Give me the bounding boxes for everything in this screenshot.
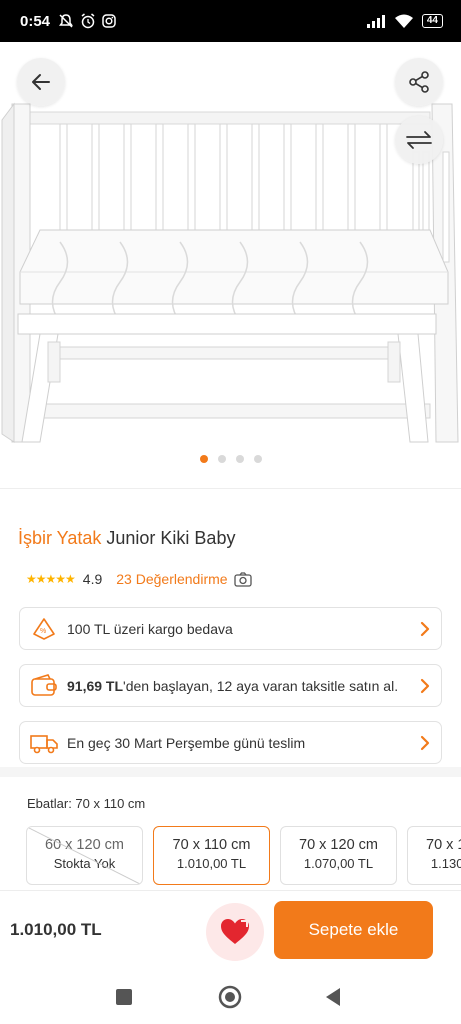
- compare-button[interactable]: [395, 116, 443, 164]
- size-label: Ebatlar: 70 x 110 cm: [27, 796, 146, 811]
- rating-row: ★★★★★ 4.9 23 Değerlendirme: [26, 571, 252, 587]
- system-nav-bar: [0, 972, 461, 1024]
- rating-value: 4.9: [82, 571, 103, 587]
- shipping-text: 100 TL üzeri kargo bedava: [67, 620, 233, 637]
- add-to-cart-button[interactable]: Sepete ekle: [274, 901, 433, 959]
- product-image: [1, 102, 459, 443]
- size-option-size: 70 x 140 cm: [426, 837, 461, 853]
- product-image-gallery[interactable]: [0, 42, 461, 477]
- installment-price: 91,69 TL: [67, 677, 124, 694]
- wallet-icon: [30, 672, 58, 700]
- gallery-dot[interactable]: [199, 455, 208, 463]
- chevron-right-icon: [420, 735, 430, 751]
- divider: [0, 488, 461, 489]
- home-circle-icon[interactable]: [218, 985, 242, 1009]
- size-option[interactable]: 70 x 110 cm 1.010,00 TL: [153, 826, 270, 885]
- status-time: 0:54: [20, 12, 51, 30]
- compare-arrows-icon: [406, 131, 432, 149]
- section-divider: [0, 767, 461, 777]
- free-shipping-row[interactable]: % 100 TL üzeri kargo bedava: [19, 607, 442, 650]
- truck-icon: [30, 729, 58, 757]
- instagram-icon: [102, 14, 116, 28]
- bottom-action-bar: 1.010,00 TL Sepete ekle: [0, 890, 461, 972]
- share-icon: [409, 71, 429, 93]
- free-shipping-icon: %: [30, 615, 58, 643]
- share-button[interactable]: [395, 58, 443, 106]
- delivery-row[interactable]: En geç 30 Mart Perşembe günü teslim: [19, 721, 442, 764]
- back-button[interactable]: [17, 58, 65, 106]
- product-name: Junior Kiki Baby: [106, 528, 236, 548]
- out-of-stock-strike: [27, 827, 142, 884]
- back-triangle-icon[interactable]: [324, 987, 342, 1007]
- brand-link[interactable]: İşbir Yatak: [18, 528, 101, 548]
- svg-text:%: %: [40, 628, 46, 635]
- chevron-right-icon: [420, 621, 430, 637]
- size-option-sub: 1.130,00 TL: [430, 856, 461, 871]
- camera-icon[interactable]: [233, 571, 252, 587]
- installment-text: 91,69 TL'den başlayan, 12 aya varan taks…: [67, 678, 398, 694]
- chevron-right-icon: [420, 678, 430, 694]
- wifi-icon: [394, 14, 413, 28]
- size-option-sub: 1.010,00 TL: [176, 856, 247, 871]
- reviews-link[interactable]: 23 Değerlendirme: [116, 571, 227, 587]
- recents-square-icon[interactable]: [115, 988, 133, 1006]
- battery-indicator: 44: [421, 14, 443, 28]
- footer-price: 1.010,00 TL: [10, 920, 102, 939]
- gallery-dot[interactable]: [235, 455, 244, 463]
- size-option-sub: 1.070,00 TL: [303, 856, 374, 871]
- installment-rest: 'den başlayan, 12 aya varan taksitle sat…: [123, 677, 399, 694]
- size-options[interactable]: 60 x 120 cm Stokta Yok 70 x 110 cm 1.010…: [26, 826, 461, 886]
- size-option[interactable]: 60 x 120 cm Stokta Yok: [26, 826, 143, 885]
- product-title: İşbir Yatak Junior Kiki Baby: [18, 528, 235, 549]
- gallery-indicator: [0, 455, 461, 463]
- alarm-icon: [81, 13, 95, 29]
- gallery-dot[interactable]: [217, 455, 226, 463]
- size-option[interactable]: 70 x 120 cm 1.070,00 TL: [280, 826, 397, 885]
- delivery-text: En geç 30 Mart Perşembe günü teslim: [67, 734, 306, 751]
- favorite-button[interactable]: [206, 903, 264, 961]
- gallery-dot[interactable]: [253, 455, 262, 463]
- heart-icon: [221, 919, 249, 944]
- size-option[interactable]: 70 x 140 cm 1.130,00 TL: [407, 826, 461, 885]
- size-option-size: 70 x 110 cm: [172, 837, 251, 853]
- status-bar: 0:54 44: [0, 0, 461, 42]
- installment-row[interactable]: 91,69 TL'den başlayan, 12 aya varan taks…: [19, 664, 442, 707]
- mute-bell-icon: [59, 14, 74, 28]
- signal-icon: [366, 15, 385, 28]
- star-rating-icon: ★★★★★: [26, 572, 76, 586]
- size-option-size: 70 x 120 cm: [299, 837, 378, 853]
- arrow-left-icon: [32, 74, 50, 90]
